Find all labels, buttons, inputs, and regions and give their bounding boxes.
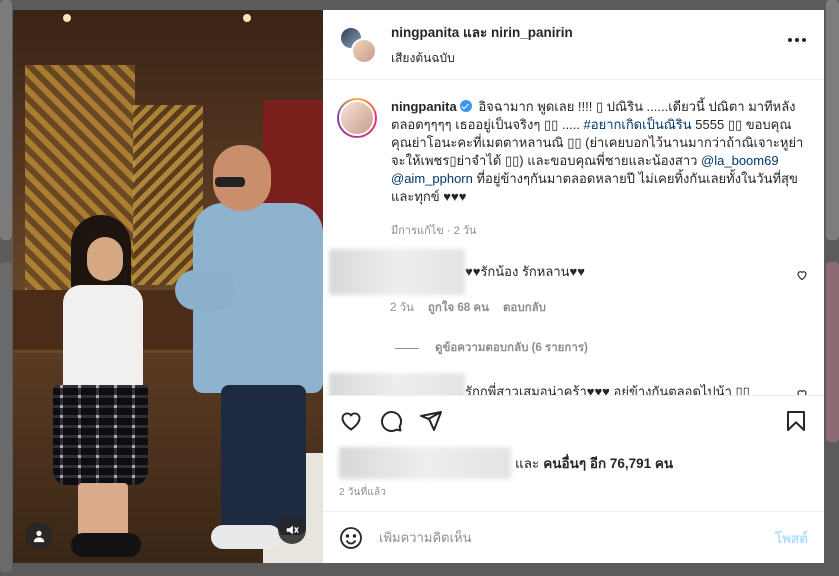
collab-avatars[interactable] <box>339 25 377 64</box>
background-post-thumbnail <box>826 262 839 442</box>
girl-figure <box>53 215 163 563</box>
verified-badge-icon <box>459 100 472 112</box>
more-icon <box>788 38 792 42</box>
hashtag-link[interactable]: #อยากเกิดเป็นณิริน <box>584 117 692 132</box>
post-caption: ningpanita อิจฉามาก พูดเลย !!!! ▯ ปณิริน… <box>323 80 824 239</box>
replies-divider <box>395 347 419 349</box>
avatar[interactable] <box>337 98 377 138</box>
comment-time: 2 วัน <box>390 302 414 314</box>
authors-conjunction: และ <box>463 25 488 40</box>
caption-text: ningpanita อิจฉามาก พูดเลย !!!! ▯ ปณิริน… <box>391 99 804 204</box>
like-comment-button[interactable] <box>796 387 808 395</box>
ceiling-light <box>63 14 71 22</box>
comment-text: ♥♥รักน้อง รักหลาน♥♥ <box>465 264 585 279</box>
mention-link[interactable]: @la_boom69 <box>701 153 779 168</box>
avatar <box>351 37 377 64</box>
post-timestamp[interactable]: 2 วันที่แล้ว <box>323 481 824 511</box>
share-button[interactable] <box>419 409 443 433</box>
speaker-muted-icon <box>286 525 299 535</box>
save-button[interactable] <box>784 409 808 433</box>
likes-count-link[interactable]: คนอื่นๆ อีก 76,791 คน <box>543 452 673 474</box>
user-icon <box>33 530 45 543</box>
comment-icon <box>381 410 403 432</box>
emoji-button[interactable] <box>339 526 363 550</box>
caption-username[interactable]: ningpanita <box>391 99 457 114</box>
blurred-liker <box>339 447 511 479</box>
post-video[interactable] <box>13 10 323 563</box>
post-modal: ningpanita และ nirin_panirin เสียงต้นฉบั… <box>13 10 824 563</box>
man-figure <box>175 145 323 563</box>
comment-likes[interactable]: ถูกใจ 68 คน <box>428 299 489 317</box>
background-post-thumbnail <box>0 262 12 572</box>
heart-icon <box>797 390 807 395</box>
author-link[interactable]: ningpanita <box>391 25 459 40</box>
background-post-thumbnail <box>826 0 839 240</box>
ceiling-light <box>243 14 251 22</box>
view-replies-button[interactable]: ดูข้อความตอบกลับ (6 รายการ) <box>395 339 824 357</box>
comment-item: รักกพี่สาวเสมอน่าคร้า♥♥♥ อยู่ข้างกันตลอด… <box>323 373 824 395</box>
tagged-users-button[interactable] <box>25 522 53 550</box>
add-comment-bar: โพสต์ <box>323 511 824 563</box>
background-post-thumbnail <box>0 0 12 240</box>
send-icon <box>420 410 442 431</box>
heart-icon <box>341 412 361 430</box>
comment-item: ♥♥รักน้อง รักหลาน♥♥ <box>323 249 824 295</box>
audio-label[interactable]: เสียงต้นฉบับ <box>391 49 573 68</box>
post-authors: ningpanita และ nirin_panirin <box>391 21 573 43</box>
reply-button[interactable]: ตอบกลับ <box>503 299 546 317</box>
caption-meta: มีการแก้ไข · 2 วัน <box>391 225 477 237</box>
comment-meta: 2 วัน ถูกใจ 68 คน ตอบกลับ <box>390 299 824 317</box>
post-header: ningpanita และ nirin_panirin เสียงต้นฉบั… <box>323 10 824 80</box>
comment-text: รักกพี่สาวเสมอน่าคร้า♥♥♥ อยู่ข้างกันตลอด… <box>465 384 750 395</box>
author-link[interactable]: nirin_panirin <box>491 25 573 40</box>
more-options-button[interactable] <box>788 38 806 42</box>
emoji-icon <box>340 526 362 549</box>
likes-conjunction: และ <box>515 456 540 471</box>
blurred-commenter <box>329 249 465 295</box>
like-button[interactable] <box>339 409 363 433</box>
heart-icon <box>797 271 807 281</box>
post-details-panel: ningpanita และ nirin_panirin เสียงต้นฉบั… <box>323 10 824 563</box>
comments-scroll-area[interactable]: ningpanita อิจฉามาก พูดเลย !!!! ▯ ปณิริน… <box>323 80 824 395</box>
comment-input[interactable] <box>379 530 775 545</box>
comment-button[interactable] <box>379 409 403 433</box>
post-actions <box>323 395 824 445</box>
blurred-commenter <box>329 373 465 395</box>
likes-summary: และ คนอื่นๆ อีก 76,791 คน <box>323 445 824 481</box>
mute-button[interactable] <box>278 516 306 544</box>
mention-link[interactable]: @aim_pphorn <box>391 171 473 186</box>
like-comment-button[interactable] <box>796 268 808 281</box>
bookmark-icon <box>787 410 805 431</box>
post-comment-button[interactable]: โพสต์ <box>775 527 808 549</box>
